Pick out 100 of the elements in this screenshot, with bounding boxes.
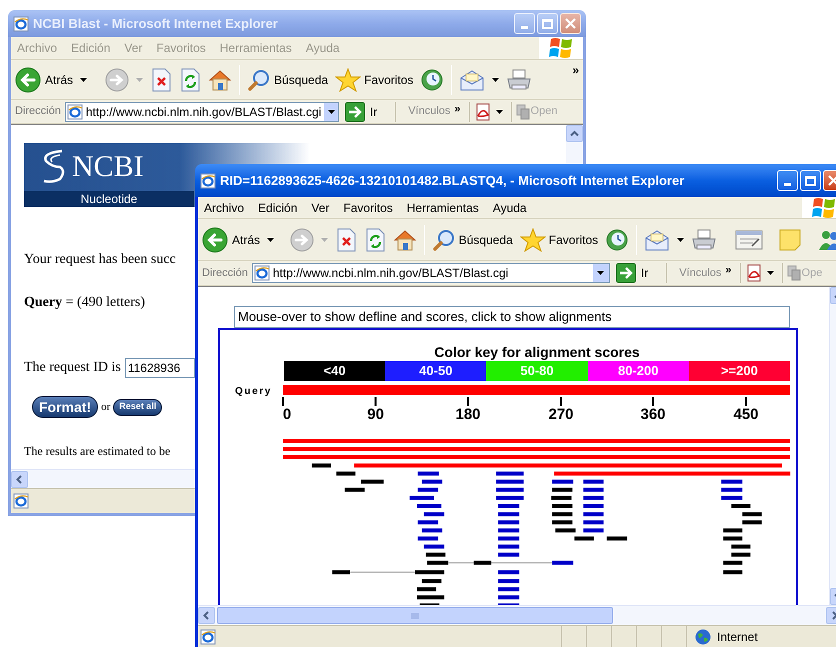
tick-mark — [560, 397, 562, 406]
caret-icon[interactable] — [80, 78, 88, 82]
search-button[interactable]: Búsqueda — [247, 68, 328, 92]
document-icon[interactable] — [474, 102, 492, 120]
browser-page-icon — [200, 628, 216, 644]
window-title: RID=1162893625-4626-13210101482.BLASTQ4, - Microsoft Internet Explorer — [220, 172, 684, 190]
scroll-up-button[interactable] — [566, 125, 583, 142]
printer-icon[interactable] — [691, 228, 718, 252]
caret-icon[interactable] — [496, 110, 503, 114]
menu-item[interactable]: Favoritos — [343, 198, 393, 216]
query-length: Query = (490 letters) — [24, 294, 146, 312]
menu-item[interactable]: Archivo — [204, 198, 244, 216]
menu-item[interactable]: Edición — [258, 198, 298, 216]
favorites-button[interactable]: Favoritos — [335, 68, 414, 92]
menu-item[interactable]: Ver — [311, 198, 330, 216]
color-key-segment: 40-50 — [385, 361, 486, 381]
color-key-segment: <40 — [284, 361, 386, 381]
chevron-left-icon[interactable] — [15, 474, 24, 484]
favorites-button[interactable]: Favoritos — [520, 228, 598, 252]
stop-icon[interactable] — [334, 228, 357, 252]
reset-button[interactable]: Reset all — [113, 398, 162, 416]
house-icon[interactable] — [392, 228, 417, 252]
clock-icon[interactable] — [605, 228, 630, 252]
document-icon[interactable] — [734, 228, 763, 250]
go-button[interactable]: Ir — [344, 102, 378, 122]
window-title: NCBI Blast - Microsoft Internet Explorer — [33, 14, 278, 33]
pages-icon[interactable] — [516, 104, 530, 120]
document-icon[interactable] — [744, 264, 763, 282]
search-icon[interactable] — [432, 228, 456, 252]
browser-page-icon — [13, 16, 29, 32]
format-button[interactable]: Format! — [32, 396, 98, 418]
scroll-left-button[interactable] — [11, 470, 28, 488]
printer-icon[interactable] — [506, 68, 532, 92]
tick-mark — [652, 397, 654, 406]
caret-icon[interactable] — [766, 271, 774, 275]
refresh-icon[interactable] — [364, 228, 386, 252]
refresh-icon[interactable] — [179, 68, 202, 92]
site-logo: NCBI — [72, 152, 144, 182]
address-label: Dirección — [202, 266, 248, 281]
hint-box: Mouse-over to show defline and scores, click to show alignments — [234, 306, 790, 328]
security-zone: Internet — [717, 628, 758, 646]
back-button[interactable]: Atrás — [202, 226, 260, 252]
caret-icon[interactable] — [328, 110, 335, 114]
star-icon[interactable] — [520, 228, 546, 252]
tick-mark — [374, 397, 377, 406]
dropdown-button[interactable] — [324, 102, 338, 120]
more-button[interactable]: » — [725, 262, 732, 278]
clock-icon[interactable] — [420, 68, 444, 92]
address-field[interactable]: http://www.ncbi.nlm.nih.gov/BLAST/Blast.cgi — [252, 263, 610, 283]
tick-mark — [282, 397, 284, 406]
axis-tick-label: 270 — [548, 406, 574, 423]
caret-icon[interactable] — [677, 238, 684, 242]
more-button[interactable]: » — [454, 101, 461, 118]
caret-icon[interactable] — [597, 271, 604, 275]
axis-tick-label: 0 — [282, 406, 292, 423]
address-field[interactable]: http://www.ncbi.nlm.nih.gov/BLAST/Blast.cgi — [64, 102, 339, 122]
star-icon[interactable] — [335, 68, 362, 92]
estimate-text: The results are estimated to be — [24, 443, 172, 460]
house-icon[interactable] — [208, 68, 232, 92]
close-button[interactable] — [560, 13, 581, 34]
flag-logo-icon — [548, 35, 574, 61]
envelope-icon[interactable] — [644, 228, 670, 250]
search-icon[interactable] — [247, 68, 272, 92]
tick-mark — [467, 397, 469, 406]
browser-page-icon — [200, 172, 216, 188]
chevron-up-icon[interactable] — [570, 129, 579, 138]
color-key-title: Color key for alignment scores — [433, 344, 641, 361]
caret-icon[interactable] — [267, 238, 274, 242]
browser-page-icon — [66, 104, 83, 120]
color-key-segment: 50-80 — [486, 361, 588, 381]
axis-tick-label: 90 — [367, 406, 384, 423]
color-key-segment: >=200 — [688, 361, 790, 381]
scrollbar-thumb[interactable] — [217, 607, 613, 624]
envelope-icon[interactable] — [459, 68, 486, 90]
axis-tick-label: 450 — [733, 406, 759, 423]
browser-page-icon — [254, 265, 270, 281]
go-button[interactable]: Ir — [616, 263, 648, 283]
close-icon[interactable] — [828, 175, 836, 186]
database-label: Nucleotide — [80, 191, 138, 208]
more-button[interactable]: » — [572, 61, 579, 79]
request-id-field[interactable]: 11628936 — [124, 358, 195, 378]
menu-item[interactable]: Ayuda — [492, 198, 527, 216]
pages-icon[interactable] — [786, 265, 801, 281]
chevron-left-icon[interactable] — [202, 611, 211, 620]
axis-tick-label: 180 — [455, 406, 481, 423]
back-button[interactable]: Atrás — [15, 66, 74, 92]
or-text: or — [101, 400, 110, 415]
browser-page-icon — [13, 493, 29, 509]
menu-item[interactable]: Herramientas — [406, 198, 479, 216]
query-label: Query — [235, 386, 272, 397]
search-button[interactable]: Búsqueda — [432, 228, 513, 252]
tick-mark — [745, 397, 747, 406]
status-message: Your request has been succ — [24, 251, 177, 269]
stop-icon[interactable] — [150, 68, 172, 92]
color-key-segment: 80-200 — [588, 361, 689, 381]
caret-icon[interactable] — [492, 78, 500, 82]
close-icon[interactable] — [565, 18, 576, 29]
axis-tick-label: 360 — [640, 406, 666, 423]
scroll-left-button[interactable] — [198, 607, 215, 624]
dropdown-button[interactable] — [592, 264, 609, 282]
